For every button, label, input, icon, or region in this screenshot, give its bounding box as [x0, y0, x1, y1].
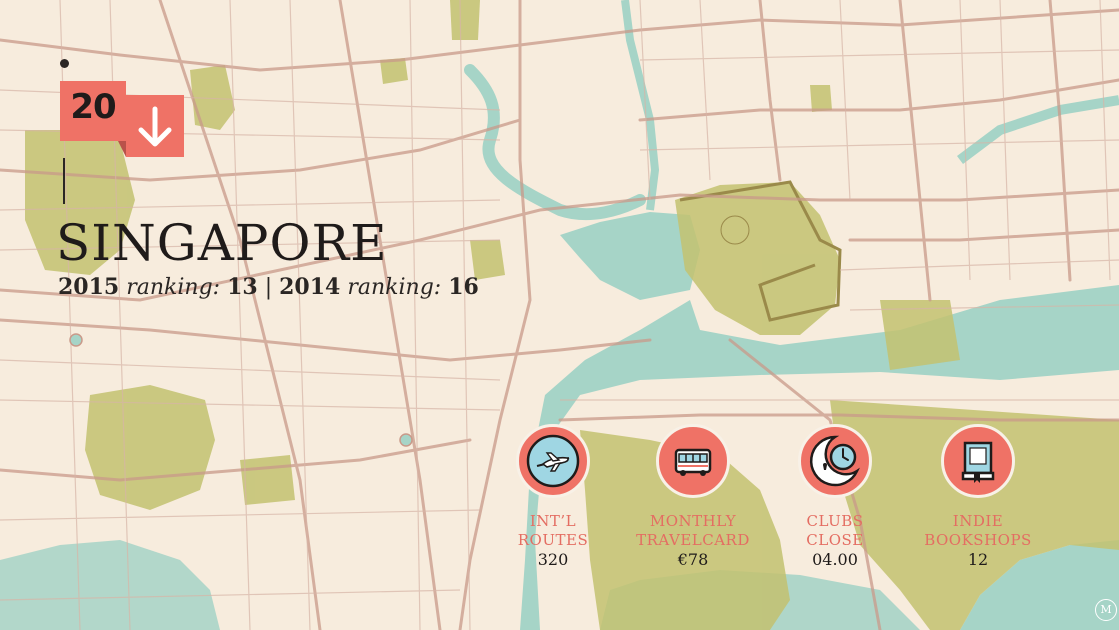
stat-value: 04.00	[812, 550, 858, 569]
airplane-icon	[526, 434, 580, 488]
stat-intl-routes: INT’L ROUTES 320	[483, 424, 623, 569]
ranking-2015-value: 13	[227, 274, 258, 300]
rank-divider	[63, 158, 65, 204]
roundabout	[399, 433, 413, 447]
stat-icon-circle	[656, 424, 730, 498]
city-name: SINGAPORE	[56, 214, 388, 272]
roundabout	[69, 333, 83, 347]
stat-icon-circle	[516, 424, 590, 498]
stat-value: €78	[677, 550, 709, 569]
rank-number: 20	[70, 87, 116, 127]
ranking-2014-label: ranking:	[347, 275, 442, 300]
monocle-logo: M	[1095, 599, 1117, 621]
rank-dot	[60, 59, 69, 68]
ranking-2015-year: 2015	[58, 274, 120, 300]
stat-label: INT’L ROUTES	[517, 512, 589, 549]
moon-clock-icon	[810, 435, 860, 487]
book-icon	[961, 441, 995, 483]
bus-icon	[674, 448, 712, 476]
stat-icon-circle	[798, 424, 872, 498]
ranking-2014-value: 16	[448, 274, 479, 300]
stat-label: INDIE BOOKSHOPS	[924, 512, 1032, 549]
stat-indie-bookshops: INDIE BOOKSHOPS 12	[908, 424, 1048, 569]
stat-label: MONTHLY TRAVELCARD	[636, 512, 750, 549]
stat-clubs-close: CLUBS CLOSE 04.00	[765, 424, 905, 569]
ranking-2015-label: ranking:	[126, 275, 221, 300]
ranking-separator: |	[264, 275, 273, 300]
stat-icon-circle	[941, 424, 1015, 498]
ranking-2014-year: 2014	[279, 274, 341, 300]
stat-monthly-travelcard: MONTHLY TRAVELCARD €78	[623, 424, 763, 569]
stat-value: 320	[537, 550, 569, 569]
stat-label: CLUBS CLOSE	[806, 512, 864, 549]
previous-rankings: 2015 ranking: 13 | 2014 ranking: 16	[58, 274, 479, 300]
stat-value: 12	[967, 550, 989, 569]
